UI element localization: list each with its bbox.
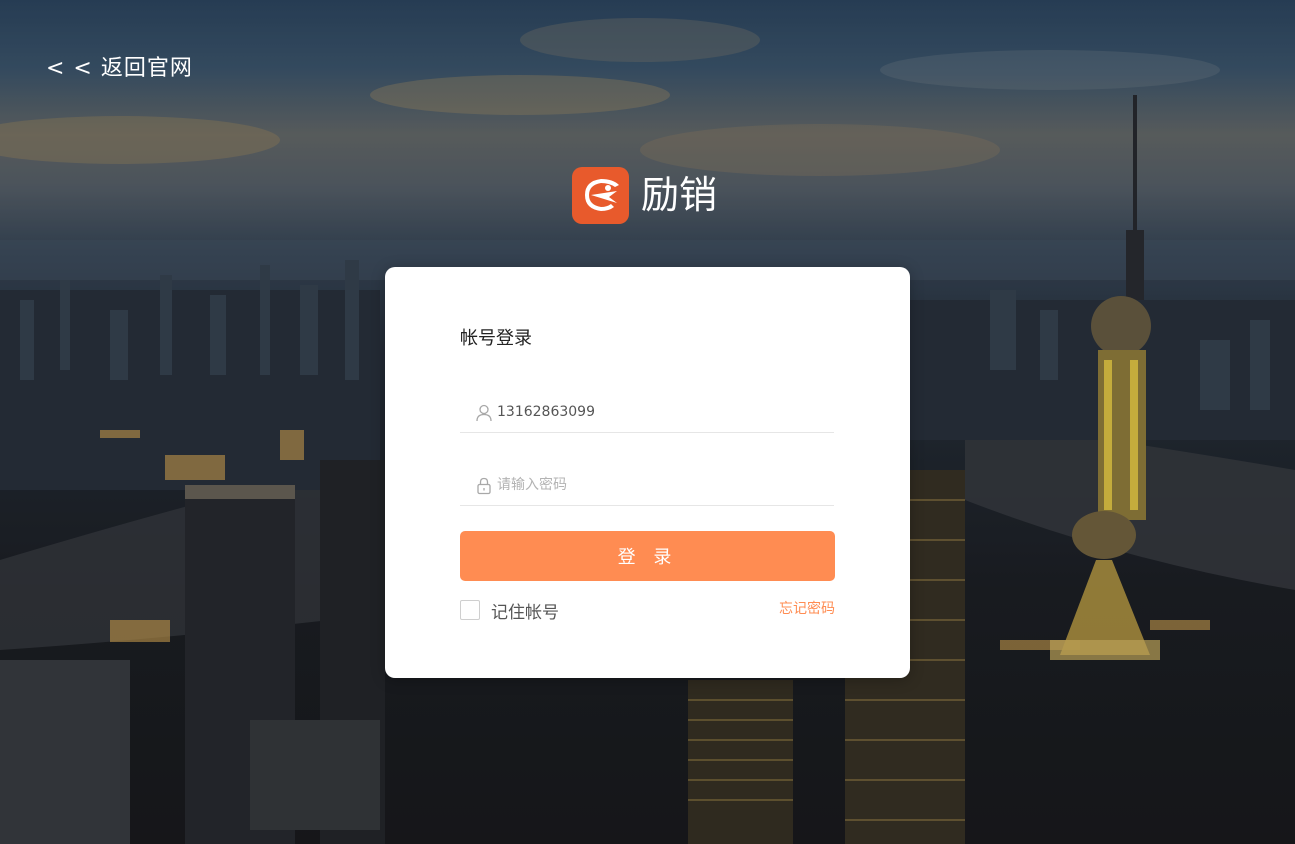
user-icon xyxy=(476,404,492,422)
login-card: 帐号登录 登 录 记住帐号 忘记密码 xyxy=(385,267,910,678)
remember-checkbox[interactable] xyxy=(460,600,480,620)
brand-header: 励销 xyxy=(572,166,717,224)
login-title: 帐号登录 xyxy=(460,328,532,349)
remember-account-toggle[interactable]: 记住帐号 xyxy=(460,599,559,623)
password-input[interactable] xyxy=(497,471,817,499)
brand-logo-icon xyxy=(572,166,629,224)
forgot-password-link[interactable]: 忘记密码 xyxy=(779,598,835,618)
back-to-official-site-link[interactable]: < < 返回官网 xyxy=(46,50,193,82)
username-input[interactable] xyxy=(497,398,817,426)
lock-icon xyxy=(476,477,492,495)
remember-label: 记住帐号 xyxy=(491,602,559,623)
login-button[interactable]: 登 录 xyxy=(460,531,835,581)
brand-name: 励销 xyxy=(641,173,718,217)
username-field xyxy=(460,392,834,433)
password-field xyxy=(460,465,834,506)
